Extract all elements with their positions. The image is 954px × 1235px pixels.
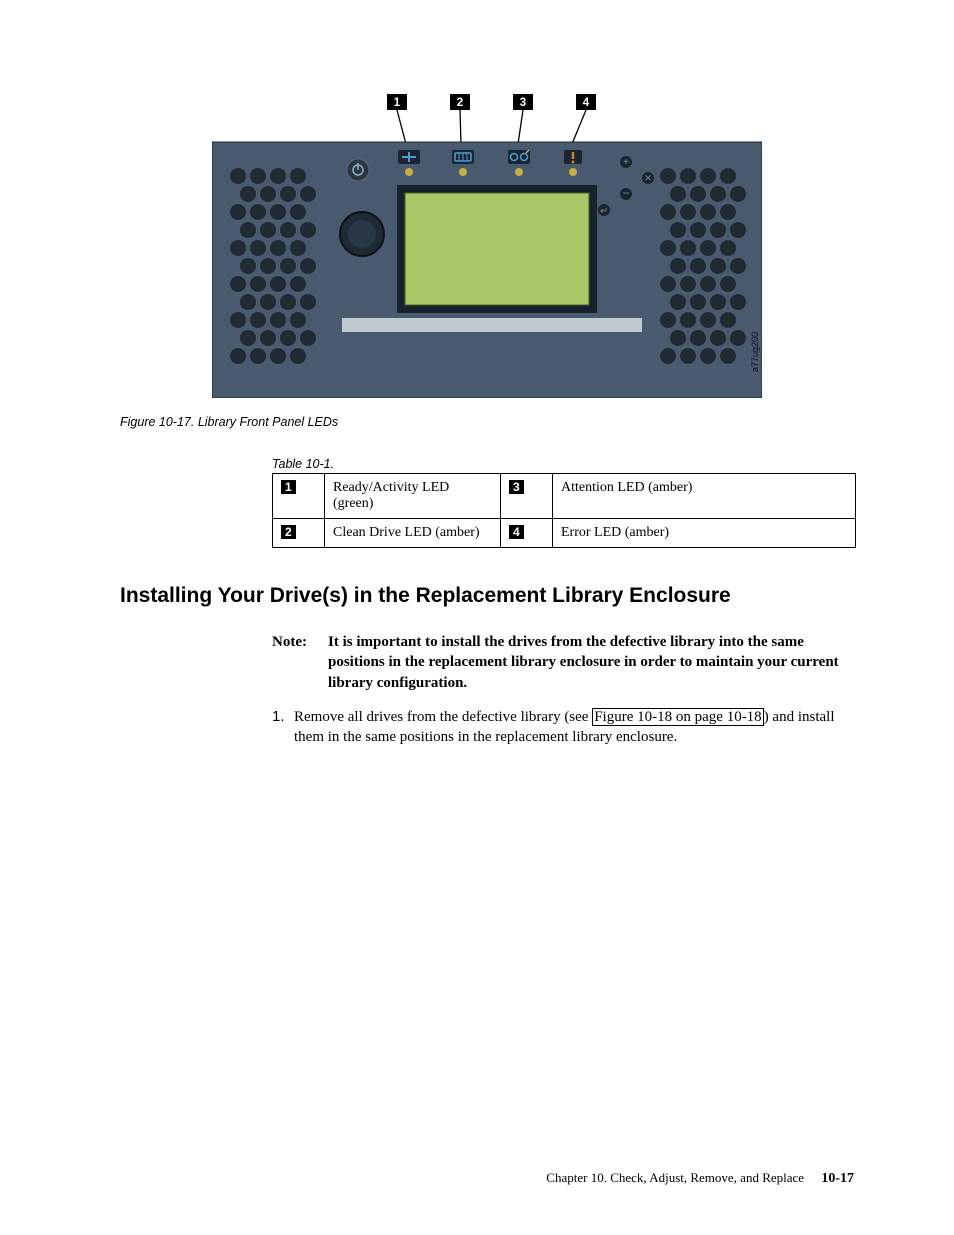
callout-badge-2: 2 [457, 97, 463, 109]
table-cell: Error LED (amber) [553, 519, 856, 548]
note-text: It is important to install the drives fr… [328, 632, 854, 693]
svg-text:✕: ✕ [644, 173, 652, 183]
table-badge-2: 2 [281, 525, 296, 539]
svg-text:+: + [623, 157, 629, 168]
step-text-before: Remove all drives from the defective lib… [294, 709, 592, 725]
figure-image: 1 2 3 4 [212, 90, 762, 398]
table-badge-4: 4 [509, 525, 524, 539]
figure-caption: Figure 10-17. Library Front Panel LEDs [120, 415, 854, 429]
figure-cross-reference-link[interactable]: Figure 10-18 on page 10-18 [592, 708, 763, 726]
table-cell: Clean Drive LED (amber) [325, 519, 501, 548]
step-text: Remove all drives from the defective lib… [294, 707, 854, 748]
callout-badge-4: 4 [583, 97, 590, 109]
table-badge-3: 3 [509, 480, 524, 494]
svg-text:↵: ↵ [600, 206, 608, 217]
table-row: 2 Clean Drive LED (amber) 4 Error LED (a… [273, 519, 856, 548]
figure-library-front-panel: 1 2 3 4 [120, 90, 854, 403]
page-footer: Chapter 10. Check, Adjust, Remove, and R… [546, 1170, 854, 1187]
step-list: 1. Remove all drives from the defective … [272, 707, 854, 748]
callout-badge-3: 3 [520, 97, 526, 109]
section-heading: Installing Your Drive(s) in the Replacem… [120, 584, 854, 608]
note-block: Note: It is important to install the dri… [272, 632, 854, 693]
table-cell: Attention LED (amber) [553, 474, 856, 519]
step-item: 1. Remove all drives from the defective … [272, 707, 854, 748]
table-caption: Table 10-1. [272, 457, 854, 471]
led-table: 1 Ready/Activity LED (green) 3 Attention… [272, 473, 856, 548]
footer-page-number: 10-17 [821, 1171, 854, 1186]
table-cell: Ready/Activity LED (green) [325, 474, 501, 519]
step-number: 1. [272, 707, 294, 748]
svg-text:−: − [622, 186, 629, 200]
footer-chapter: Chapter 10. Check, Adjust, Remove, and R… [546, 1170, 804, 1185]
figure-code-label: a77ug200 [750, 332, 760, 372]
note-label: Note: [272, 632, 328, 693]
table-row: 1 Ready/Activity LED (green) 3 Attention… [273, 474, 856, 519]
table-badge-1: 1 [281, 480, 296, 494]
callout-badge-1: 1 [394, 97, 401, 109]
